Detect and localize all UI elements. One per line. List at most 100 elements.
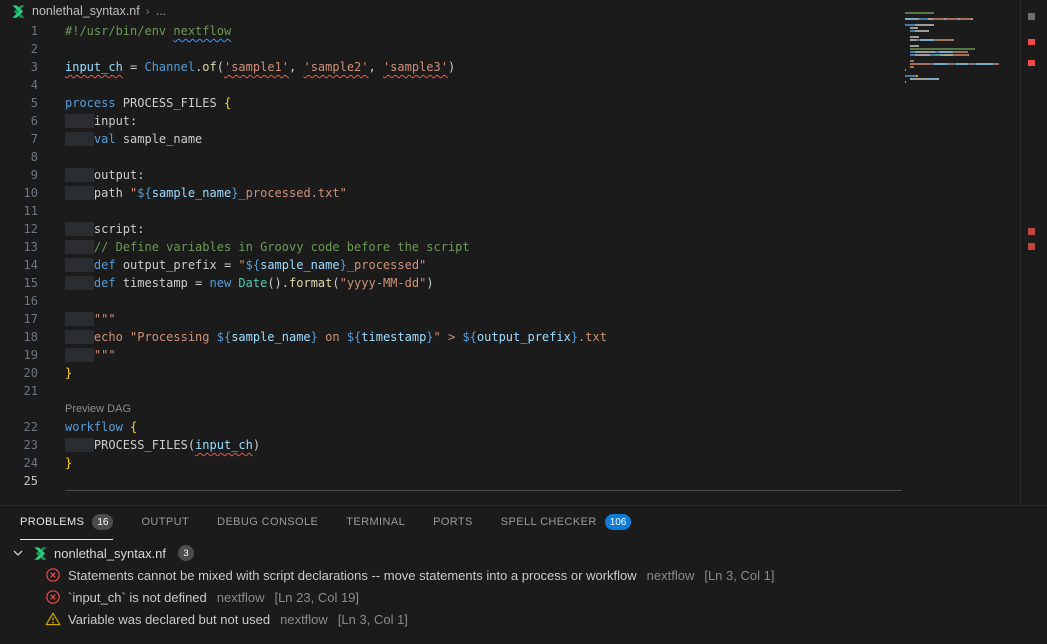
panel-tab-terminal[interactable]: TERMINAL [346,506,405,540]
codelens-preview-dag[interactable]: Preview DAG [0,400,1047,418]
code-area[interactable]: 1#!/usr/bin/env nextflow23input_ch = Cha… [0,22,1047,490]
panel-tab-spell-checker[interactable]: SPELL CHECKER106 [501,506,632,540]
minimap-segment [933,18,944,20]
problems-file-group[interactable]: nonlethal_syntax.nf 3 [0,542,1047,564]
minimap-line [905,30,1018,32]
nextflow-icon [32,545,48,561]
minimap-segment [954,51,968,53]
minimap-segment [910,63,931,65]
code-token: , [369,60,383,74]
code-line[interactable]: 2 [0,40,1047,58]
indent-guide [65,348,94,362]
code-line[interactable]: 24} [0,454,1047,472]
code-line[interactable]: 9 output: [0,166,1047,184]
minimap-segment [905,18,915,20]
panel-tab-problems[interactable]: PROBLEMS16 [20,506,113,540]
code-line-text: process PROCESS_FILES { [38,94,231,112]
breadcrumb-file[interactable]: nonlethal_syntax.nf [32,4,140,18]
code-token: " > [434,330,463,344]
code-token: " [238,258,245,272]
line-number: 14 [0,256,38,274]
code-token: input_ch [195,438,253,452]
code-line[interactable]: 13 // Define variables in Groovy code be… [0,238,1047,256]
code-line[interactable]: 21 [0,382,1047,400]
tab-count-badge: 106 [605,514,632,530]
code-line[interactable]: 4 [0,76,1047,94]
code-line[interactable]: 19 """ [0,346,1047,364]
minimap-line [905,63,1018,65]
panel-tab-ports[interactable]: PORTS [433,506,473,540]
code-line-text: } [38,454,72,472]
chevron-down-icon[interactable] [10,545,26,561]
code-token: { [224,96,231,110]
overview-ruler-mark [1028,228,1035,235]
code-line[interactable]: 8 [0,148,1047,166]
code-line[interactable]: 11 [0,202,1047,220]
code-line[interactable]: 17 """ [0,310,1047,328]
code-line[interactable]: 22workflow { [0,418,1047,436]
code-line[interactable]: 7 val sample_name [0,130,1047,148]
line-number: 24 [0,454,38,472]
tab-count-badge: 16 [92,514,113,530]
problem-row-error[interactable]: `input_ch` is not definednextflow[Ln 23,… [0,586,1047,608]
line-number: 11 [0,202,38,220]
minimap-segment [960,18,971,20]
code-token: output_prefix [477,330,571,344]
line-number: 15 [0,274,38,292]
breadcrumb-more[interactable]: ... [156,4,166,18]
code-token: } [65,456,72,470]
code-line-text: echo "Processing ${sample_name} on ${tim… [38,328,607,346]
code-line[interactable]: 10 path "${sample_name}_processed.txt" [0,184,1047,202]
code-line-text [38,292,65,310]
minimap-segment [905,75,916,77]
minimap[interactable] [905,12,1018,87]
code-line[interactable]: 15 def timestamp = new Date().format("yy… [0,274,1047,292]
minimap-line [905,36,1018,38]
panel-tab-debug-console[interactable]: DEBUG CONSOLE [217,506,318,540]
code-token: path [94,186,130,200]
code-line-text: output: [38,166,144,184]
breadcrumb[interactable]: nonlethal_syntax.nf › ... [0,0,1047,22]
minimap-segment [956,63,967,65]
minimap-line [905,21,1018,23]
code-line[interactable]: 5process PROCESS_FILES { [0,94,1047,112]
minimap-segment [915,24,933,26]
code-line[interactable]: 3input_ch = Channel.of('sample1', 'sampl… [0,58,1047,76]
line-number: 3 [0,58,38,76]
minimap-line [905,39,1018,41]
code-token: sample_name [123,132,202,146]
code-token: ${ [246,258,260,272]
code-token: PROCESS_FILES [123,96,224,110]
minimap-segment [910,48,975,50]
overview-ruler-mark [1028,243,1035,250]
code-line[interactable]: 20} [0,364,1047,382]
code-line[interactable]: 1#!/usr/bin/env nextflow [0,22,1047,40]
code-token: PROCESS_FILES [94,438,188,452]
line-number: 6 [0,112,38,130]
code-line[interactable]: 14 def output_prefix = "${sample_name}_p… [0,256,1047,274]
code-token: new [210,276,239,290]
code-line[interactable]: 18 echo "Processing ${sample_name} on ${… [0,328,1047,346]
code-line[interactable]: 16 [0,292,1047,310]
code-token: 'sample1' [224,60,289,74]
minimap-segment [910,27,918,29]
line-number: 9 [0,166,38,184]
code-token: } [426,330,433,344]
minimap-line [905,78,1018,80]
code-line-text: // Define variables in Groovy code befor… [38,238,470,256]
code-line[interactable]: 6 input: [0,112,1047,130]
code-token: format [289,276,332,290]
code-line-text: """ [38,346,116,364]
code-line[interactable]: 25 [0,472,1047,490]
code-line[interactable]: 23 PROCESS_FILES(input_ch) [0,436,1047,454]
code-line[interactable]: 12 script: [0,220,1047,238]
minimap-line [905,18,1018,20]
problem-row-error[interactable]: Statements cannot be mixed with script d… [0,564,1047,586]
minimap-segment [915,54,930,56]
code-token: _processed.txt" [238,186,346,200]
minimap-line [905,51,1018,53]
minimap-segment [910,66,914,68]
problem-row-warning[interactable]: Variable was declared but not usednextfl… [0,608,1047,630]
panel-tab-output[interactable]: OUTPUT [141,506,189,540]
minimap-segment [920,39,934,41]
